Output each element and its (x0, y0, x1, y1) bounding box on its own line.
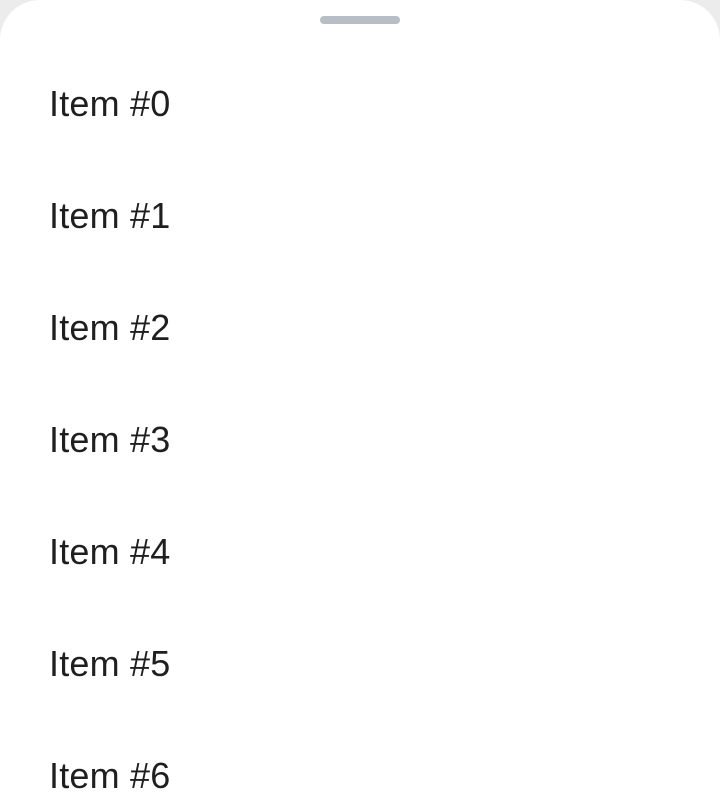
list-item-label: Item #1 (49, 195, 171, 236)
list-item-5[interactable]: Item #5 (0, 608, 720, 720)
list-item-0[interactable]: Item #0 (0, 48, 720, 160)
list-item-6[interactable]: Item #6 (0, 720, 720, 800)
drag-handle-icon[interactable] (320, 16, 400, 24)
list-item-label: Item #3 (49, 419, 171, 460)
bottom-sheet: Item #0 Item #1 Item #2 Item #3 Item #4 … (0, 0, 720, 800)
list-item-1[interactable]: Item #1 (0, 160, 720, 272)
list-item-label: Item #6 (49, 755, 171, 796)
item-list: Item #0 Item #1 Item #2 Item #3 Item #4 … (0, 48, 720, 800)
list-item-label: Item #4 (49, 531, 171, 572)
list-item-4[interactable]: Item #4 (0, 496, 720, 608)
list-item-3[interactable]: Item #3 (0, 384, 720, 496)
list-item-2[interactable]: Item #2 (0, 272, 720, 384)
list-item-label: Item #2 (49, 307, 171, 348)
list-item-label: Item #5 (49, 643, 171, 684)
list-item-label: Item #0 (49, 83, 171, 124)
